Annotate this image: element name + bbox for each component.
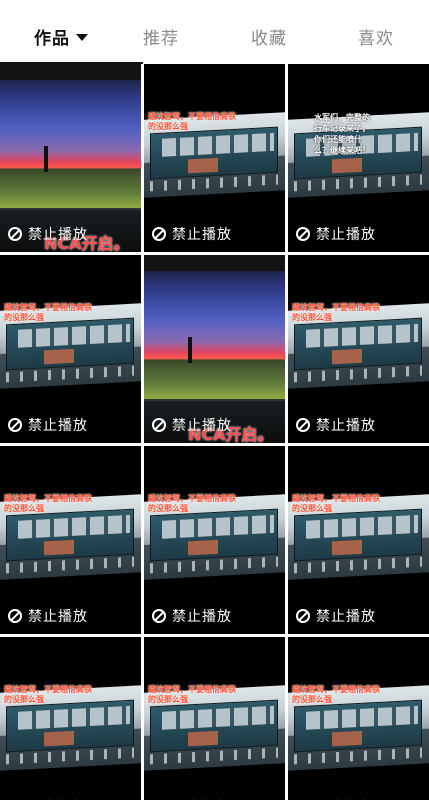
- blocked-label: 禁止播放: [316, 227, 376, 243]
- video-thumbnail[interactable]: 避坑智驾，不要相信高铁的没那么强禁止播放: [288, 255, 429, 443]
- playback-blocked-badge: 禁止播放: [8, 224, 88, 244]
- video-thumbnail[interactable]: 避坑智驾，不要相信高铁的没那么强禁止播放: [144, 637, 285, 800]
- prohibited-icon: [296, 609, 310, 623]
- prohibited-icon: [8, 609, 22, 623]
- playback-blocked-badge: 禁止播放: [8, 606, 88, 626]
- video-caption: 避坑智驾，不要相信高铁的没那么强: [4, 494, 92, 513]
- blocked-label: 禁止播放: [28, 227, 88, 243]
- prohibited-icon: [152, 609, 166, 623]
- blocked-label: 禁止播放: [316, 418, 376, 434]
- tab-works-label: 作品: [34, 29, 70, 49]
- video-thumbnail[interactable]: 避坑智驾，不要相信高铁的没那么强禁止播放: [144, 64, 285, 252]
- video-caption: 避坑智驾，不要相信高铁的没那么强: [4, 303, 92, 322]
- playback-blocked-badge: 禁止播放: [152, 224, 232, 244]
- video-thumbnail[interactable]: NCA开启。 禁止播放: [144, 255, 285, 443]
- playback-blocked-badge: 禁止播放: [8, 415, 88, 435]
- tab-favorites[interactable]: 收藏: [251, 24, 287, 49]
- prohibited-icon: [8, 227, 22, 241]
- video-caption: 避坑智驾，不要相信高铁的没那么强: [292, 685, 380, 704]
- video-caption: 避坑智驾，不要相信高铁的没那么强: [148, 685, 236, 704]
- video-thumbnail[interactable]: 避坑智驾，不要相信高铁的没那么强禁止播放: [288, 637, 429, 800]
- tab-likes-label: 喜欢: [358, 29, 394, 49]
- profile-tabs: 作品 推荐 收藏 喜欢: [0, 0, 429, 64]
- video-caption: 避坑智驾，不要相信高铁的没那么强: [148, 112, 236, 131]
- blocked-label: 禁止播放: [172, 609, 232, 625]
- video-thumbnail[interactable]: 避坑智驾，不要相信高铁的没那么强禁止播放: [0, 637, 141, 800]
- blocked-label: 禁止播放: [172, 227, 232, 243]
- video-thumbnail[interactable]: 避坑智驾，不要相信高铁的没那么强禁止播放: [288, 446, 429, 634]
- playback-blocked-badge: 禁止播放: [296, 606, 376, 626]
- playback-blocked-badge: 禁止播放: [296, 415, 376, 435]
- blocked-label: 禁止播放: [172, 418, 232, 434]
- video-thumbnail[interactable]: 避坑智驾，不要相信高铁的没那么强禁止播放: [144, 446, 285, 634]
- video-caption: 避坑智驾，不要相信高铁的没那么强: [292, 303, 380, 322]
- tab-works[interactable]: 作品: [34, 24, 88, 49]
- blocked-label: 禁止播放: [28, 418, 88, 434]
- prohibited-icon: [152, 418, 166, 432]
- video-caption: 水军们，完整的行车记录来了，你们还能喷什么？继续来吧！: [314, 113, 370, 155]
- playback-blocked-badge: 禁止播放: [296, 224, 376, 244]
- tab-likes[interactable]: 喜欢: [358, 24, 394, 49]
- blocked-label: 禁止播放: [316, 609, 376, 625]
- prohibited-icon: [152, 227, 166, 241]
- blocked-label: 禁止播放: [28, 609, 88, 625]
- video-caption: 避坑智驾，不要相信高铁的没那么强: [148, 494, 236, 513]
- prohibited-icon: [296, 418, 310, 432]
- video-thumbnail[interactable]: 水军们，完整的行车记录来了，你们还能喷什么？继续来吧！ 禁止播放: [288, 64, 429, 252]
- prohibited-icon: [8, 418, 22, 432]
- tab-recommend-label: 推荐: [143, 29, 179, 49]
- video-thumbnail[interactable]: NCA开启。 禁止播放: [0, 64, 141, 252]
- tab-favorites-label: 收藏: [251, 29, 287, 49]
- video-thumbnail[interactable]: 避坑智驾，不要相信高铁的没那么强禁止播放: [0, 255, 141, 443]
- video-grid: NCA开启。 禁止播放 避坑智驾，不要相信高铁的没那么强 禁止播放 水军们，完整的行车记…: [0, 64, 429, 800]
- tab-recommend[interactable]: 推荐: [143, 24, 179, 49]
- playback-blocked-badge: 禁止播放: [152, 415, 232, 435]
- video-caption: 避坑智驾，不要相信高铁的没那么强: [292, 494, 380, 513]
- caret-down-icon[interactable]: [76, 33, 88, 41]
- video-thumbnail[interactable]: 避坑智驾，不要相信高铁的没那么强禁止播放: [0, 446, 141, 634]
- video-caption: 避坑智驾，不要相信高铁的没那么强: [4, 685, 92, 704]
- prohibited-icon: [296, 227, 310, 241]
- playback-blocked-badge: 禁止播放: [152, 606, 232, 626]
